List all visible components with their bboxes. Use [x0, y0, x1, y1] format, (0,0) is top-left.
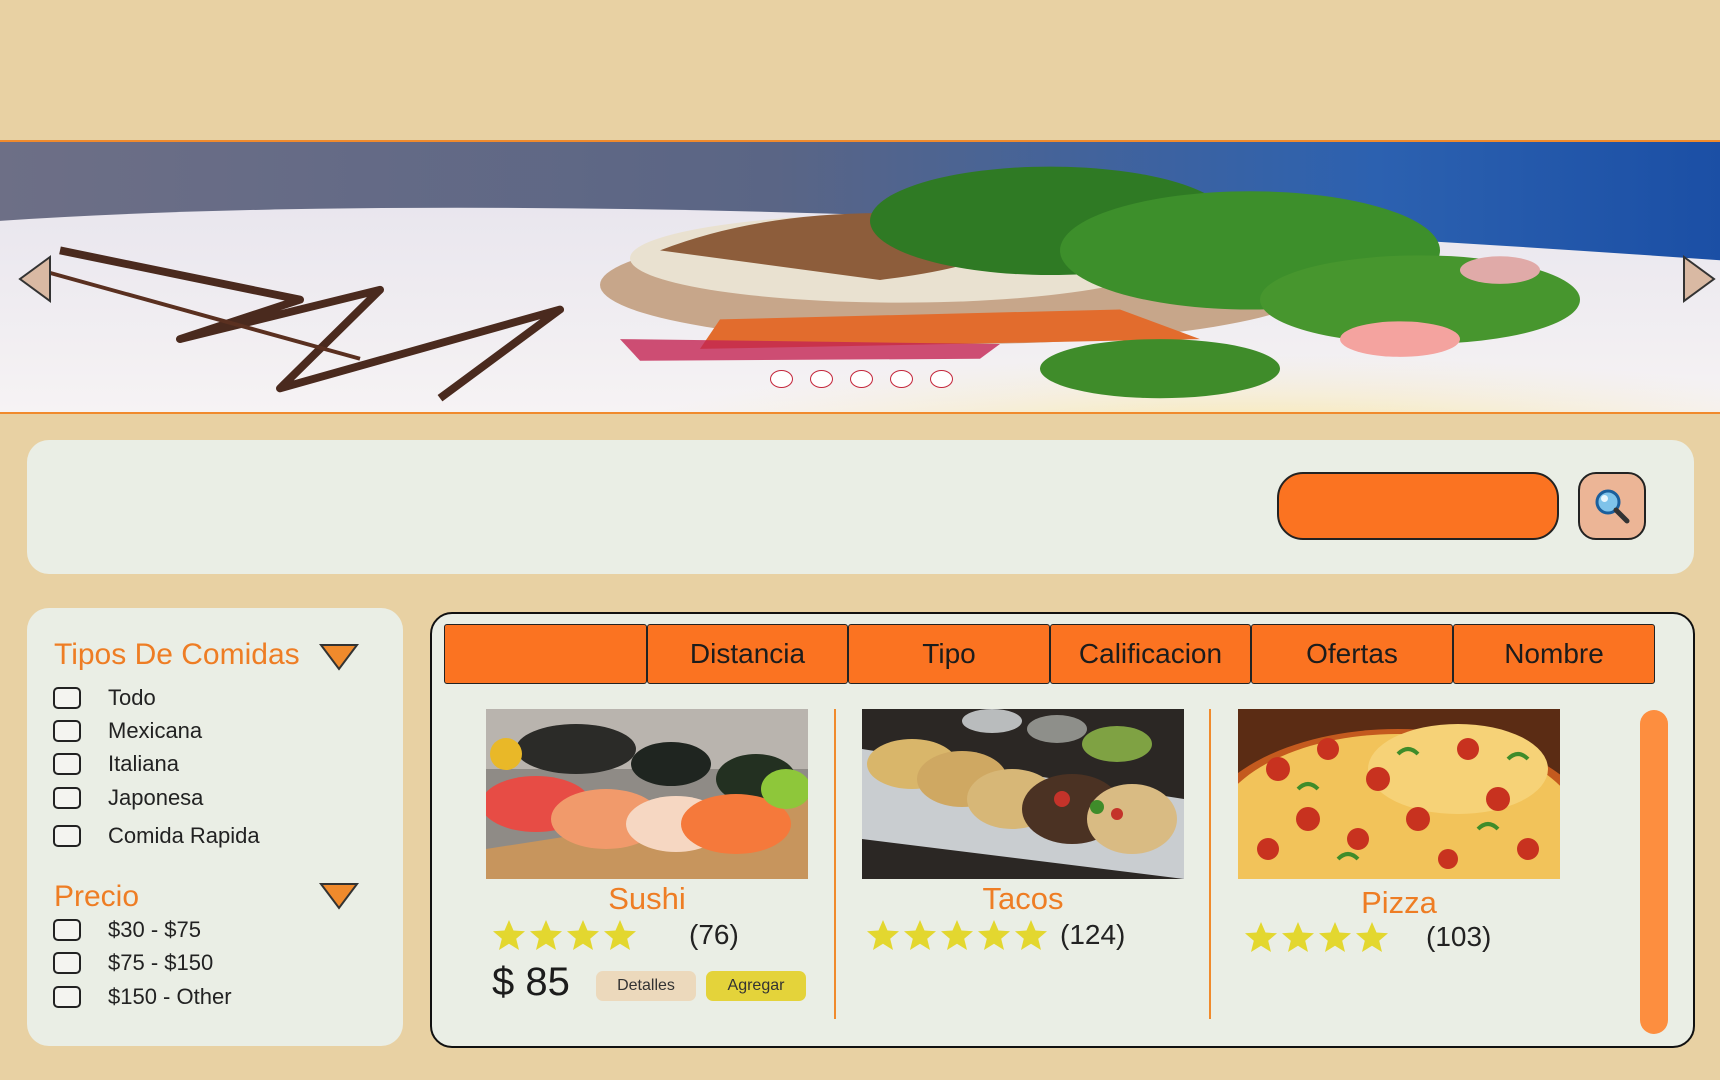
carousel-dot[interactable] [810, 370, 833, 388]
search-bar [27, 440, 1694, 574]
star-icon [493, 920, 525, 950]
sort-tab[interactable]: Distancia [647, 624, 848, 684]
filter-option[interactable]: Mexicana [53, 716, 202, 746]
sort-tab[interactable]: Nombre [1453, 624, 1655, 684]
filter-option-label: $30 - $75 [108, 917, 201, 942]
star-icon [1282, 922, 1314, 952]
filter-option-label: $150 - Other [108, 984, 232, 1009]
filter-option[interactable]: $150 - Other [53, 982, 232, 1012]
sort-tabs: Distancia Tipo Calificacion Ofertas Nombre [444, 624, 1655, 684]
card-name: Sushi [608, 881, 686, 916]
details-button[interactable]: Detalles [596, 971, 696, 1001]
star-icon [1319, 922, 1351, 952]
price-caret-icon[interactable] [319, 882, 359, 910]
sushi-price: $ 85 [492, 960, 570, 1004]
food-types-caret-icon[interactable] [319, 643, 359, 671]
filter-option-label: Todo [108, 685, 156, 710]
star-icon [567, 920, 599, 950]
filter-option-label: Mexicana [108, 718, 203, 743]
results-scrollbar[interactable] [1640, 710, 1668, 1034]
card-divider [1209, 709, 1211, 1019]
filter-option[interactable]: Comida Rapida [53, 821, 260, 851]
rating-row: (76) [492, 919, 808, 951]
pizza-image [1238, 709, 1560, 879]
rating-count: (76) [689, 919, 739, 950]
search-input[interactable] [1277, 472, 1559, 540]
card-divider [834, 709, 836, 1019]
checkbox[interactable] [53, 720, 81, 742]
carousel-prev-icon[interactable] [18, 254, 52, 304]
carousel-dot[interactable] [770, 370, 793, 388]
filter-option[interactable]: Todo [53, 683, 156, 713]
sort-tab[interactable]: Tipo [848, 624, 1050, 684]
checkbox[interactable] [53, 986, 81, 1008]
filters-panel: Tipos De Comidas Todo Mexicana Italiana Jap… [27, 608, 403, 1046]
add-button[interactable]: Agregar [706, 971, 806, 1001]
star-icon [1356, 922, 1388, 952]
star-rating [492, 919, 637, 951]
carousel-dot[interactable] [930, 370, 953, 388]
carousel-dots [770, 370, 953, 388]
result-card-pizza[interactable]: Pizza (103) [1238, 709, 1560, 953]
rating-count: (103) [1426, 921, 1492, 952]
sushi-image [486, 709, 808, 879]
star-icon [904, 920, 936, 950]
checkbox[interactable] [53, 753, 81, 775]
magnifier-icon [1595, 489, 1630, 524]
search-button[interactable] [1578, 472, 1646, 540]
star-icon [867, 920, 899, 950]
star-icon [1015, 920, 1047, 950]
carousel-dot[interactable] [850, 370, 873, 388]
filter-option-label: Italiana [108, 751, 179, 776]
star-icon [978, 920, 1010, 950]
checkbox[interactable] [53, 952, 81, 974]
sort-tab[interactable]: Ofertas [1251, 624, 1453, 684]
star-rating [866, 919, 1048, 951]
filter-option[interactable]: $30 - $75 [53, 915, 201, 945]
sort-tab[interactable] [444, 624, 647, 684]
results-panel: Distancia Tipo Calificacion Ofertas Nombre S… [430, 612, 1695, 1048]
carousel-dot[interactable] [890, 370, 913, 388]
rating-row: (103) [1244, 921, 1560, 953]
checkbox[interactable] [53, 687, 81, 709]
sort-tab[interactable]: Calificacion [1050, 624, 1251, 684]
filter-option[interactable]: Japonesa [53, 783, 203, 813]
card-name: Tacos [982, 881, 1064, 916]
filter-option-label: $75 - $150 [108, 950, 214, 975]
card-name: Pizza [1361, 885, 1437, 920]
carousel-next-icon[interactable] [1682, 254, 1716, 304]
result-card-tacos[interactable]: Tacos (124) [862, 709, 1184, 951]
checkbox[interactable] [53, 919, 81, 941]
checkbox[interactable] [53, 825, 81, 847]
star-icon [604, 920, 636, 950]
star-rating [1244, 921, 1389, 953]
filter-option-label: Comida Rapida [108, 823, 260, 848]
food-types-title: Tipos De Comidas [54, 638, 300, 671]
star-icon [530, 920, 562, 950]
star-icon [1245, 922, 1277, 952]
rating-row: (124) [866, 919, 1184, 951]
checkbox[interactable] [53, 787, 81, 809]
rating-count: (124) [1060, 919, 1126, 950]
hero-carousel [0, 140, 1720, 414]
filter-option-label: Japonesa [108, 785, 204, 810]
filter-option[interactable]: $75 - $150 [53, 948, 213, 978]
price-title: Precio [54, 880, 140, 913]
filter-option[interactable]: Italiana [53, 749, 179, 779]
tacos-image [862, 709, 1184, 879]
result-card-sushi[interactable]: Sushi (76) [486, 709, 808, 951]
star-icon [941, 920, 973, 950]
